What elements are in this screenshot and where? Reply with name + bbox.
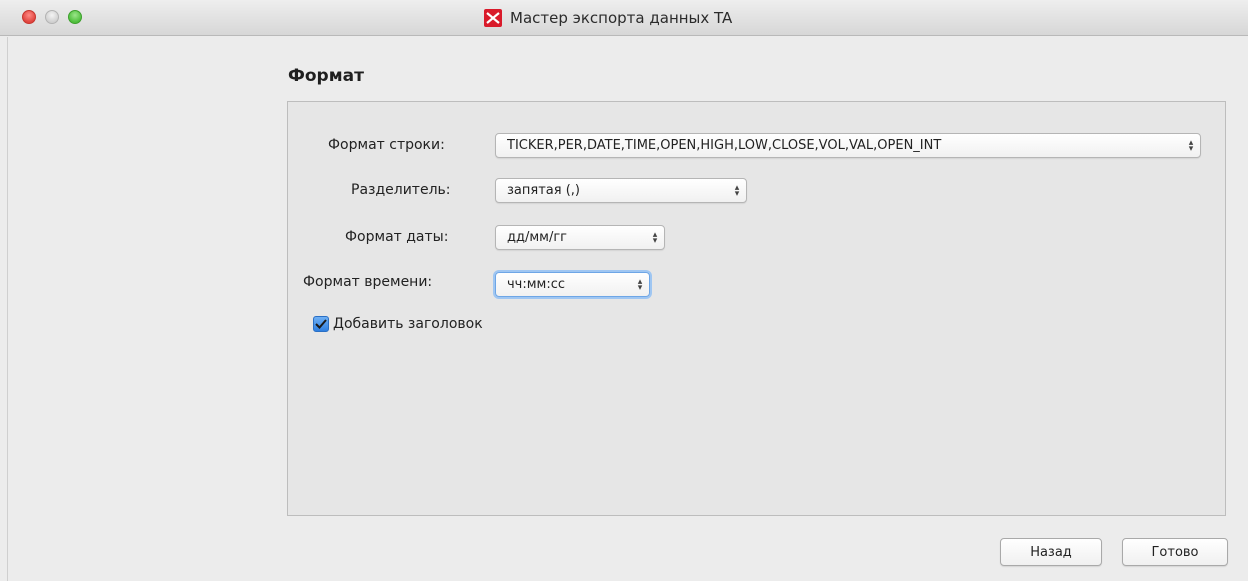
export-wizard-window: Мастер экспорта данных TA Формат Формат … <box>0 0 1248 581</box>
date-format-value: дд/мм/гг <box>507 230 568 245</box>
time-format-value: чч:мм:сс <box>507 277 566 292</box>
add-header-checkbox[interactable] <box>313 316 329 332</box>
chevron-up-down-icon: ▴ ▾ <box>637 276 643 293</box>
row-format-value: TICKER,PER,DATE,TIME,OPEN,HIGH,LOW,CLOSE… <box>507 138 942 153</box>
date-format-label: Формат даты: <box>345 229 449 245</box>
window-title-group: Мастер экспорта данных TA <box>484 7 732 29</box>
minimize-window-button[interactable] <box>45 10 59 24</box>
chevron-up-down-icon: ▴ ▾ <box>1188 137 1194 154</box>
format-settings-panel <box>287 101 1226 516</box>
separator-label: Разделитель: <box>351 182 451 198</box>
date-format-select[interactable]: дд/мм/гг ▴ ▾ <box>495 225 665 250</box>
back-button[interactable]: Назад <box>1000 538 1102 566</box>
row-format-label: Формат строки: <box>328 137 445 153</box>
add-header-option[interactable]: Добавить заголовок <box>313 316 483 332</box>
moex-logo-icon <box>484 9 502 27</box>
close-window-button[interactable] <box>22 10 36 24</box>
checkmark-icon <box>315 319 327 329</box>
row-format-select[interactable]: TICKER,PER,DATE,TIME,OPEN,HIGH,LOW,CLOSE… <box>495 133 1201 158</box>
add-header-label: Добавить заголовок <box>333 316 483 332</box>
title-bar[interactable]: Мастер экспорта данных TA <box>0 0 1248 36</box>
time-format-select[interactable]: чч:мм:сс ▴ ▾ <box>495 272 650 297</box>
wizard-sidebar <box>0 37 8 581</box>
page-title: Формат <box>288 66 364 86</box>
zoom-window-button[interactable] <box>68 10 82 24</box>
separator-select[interactable]: запятая (,) ▴ ▾ <box>495 178 747 203</box>
separator-value: запятая (,) <box>507 183 580 198</box>
time-format-label: Формат времени: <box>303 274 433 290</box>
chevron-up-down-icon: ▴ ▾ <box>734 182 740 199</box>
chevron-up-down-icon: ▴ ▾ <box>652 229 658 246</box>
window-title: Мастер экспорта данных TA <box>510 9 733 27</box>
done-button[interactable]: Готово <box>1122 538 1228 566</box>
